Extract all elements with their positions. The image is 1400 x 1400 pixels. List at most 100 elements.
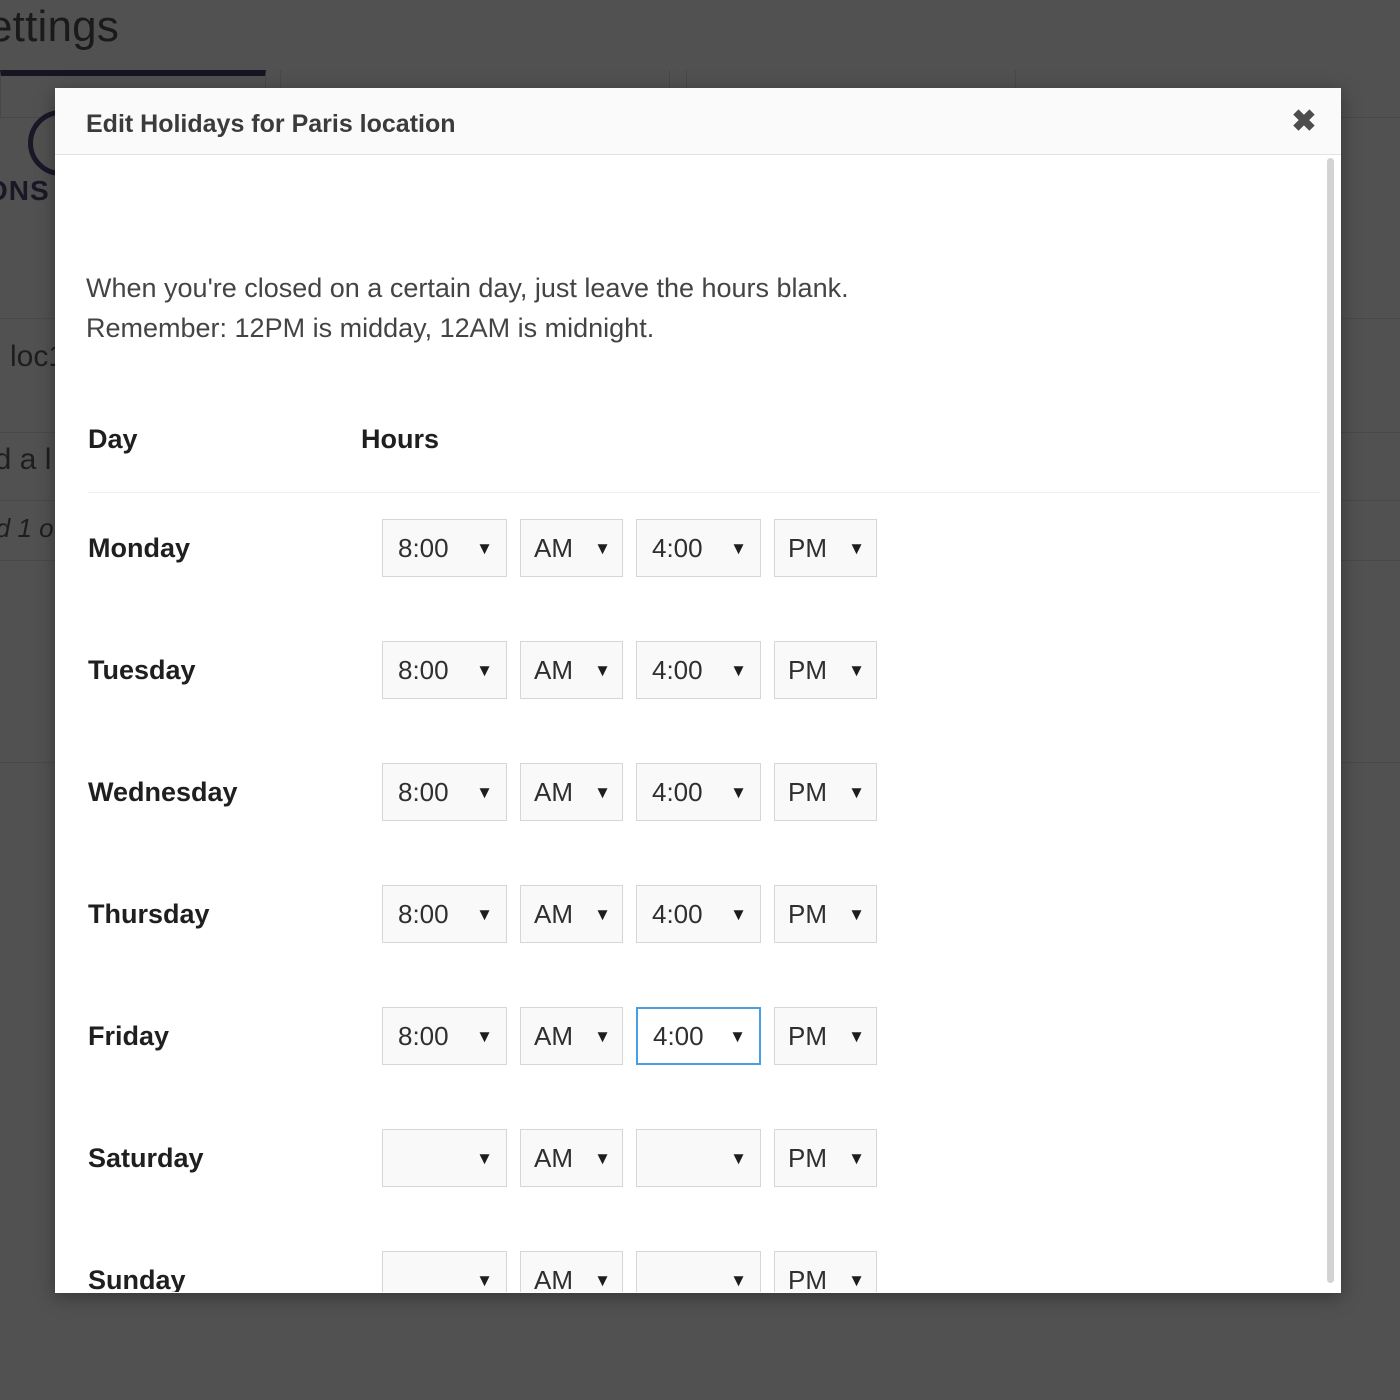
open-meridiem-select[interactable]: AM ▼ — [520, 885, 623, 943]
edit-holidays-modal: Edit Holidays for Paris location ✖ When … — [55, 88, 1341, 1293]
day-label: Tuesday — [88, 655, 196, 685]
hours-select-group: 8:00 ▼ AM ▼ 4:00 ▼ PM ▼ — [382, 1007, 877, 1065]
open-hour-select[interactable]: 8:00 ▼ — [382, 519, 507, 577]
intro-text-line-2: Remember: 12PM is midday, 12AM is midnig… — [86, 313, 655, 343]
chevron-down-icon: ▼ — [729, 1026, 746, 1046]
open-hour-select-value: 8:00 — [398, 532, 449, 563]
table-row: Sunday ▼ AM ▼ ▼ PM ▼ — [86, 1225, 1321, 1292]
close-hour-select[interactable]: ▼ — [636, 1251, 761, 1292]
close-hour-select[interactable]: 4:00 ▼ — [636, 519, 761, 577]
close-hour-select[interactable]: 4:00 ▼ — [636, 763, 761, 821]
modal-scrollbar-thumb[interactable] — [1327, 158, 1334, 1283]
close-meridiem-select-value: PM — [788, 1142, 827, 1173]
close-icon[interactable]: ✖ — [1283, 101, 1325, 143]
chevron-down-icon: ▼ — [848, 1026, 865, 1046]
close-meridiem-select[interactable]: PM ▼ — [774, 519, 877, 577]
open-hour-select[interactable]: ▼ — [382, 1129, 507, 1187]
hours-select-group: 8:00 ▼ AM ▼ 4:00 ▼ PM ▼ — [382, 519, 877, 577]
close-meridiem-select-value: PM — [788, 1020, 827, 1051]
modal-title: Edit Holidays for Paris location — [86, 110, 456, 138]
close-meridiem-select[interactable]: PM ▼ — [774, 1129, 877, 1187]
modal-scrollbar[interactable] — [1324, 156, 1337, 1293]
open-hour-select[interactable]: 8:00 ▼ — [382, 763, 507, 821]
modal-header: Edit Holidays for Paris location ✖ — [55, 88, 1341, 155]
table-header-row: Day Hours — [86, 424, 1321, 472]
close-meridiem-select[interactable]: PM ▼ — [774, 763, 877, 821]
chevron-down-icon: ▼ — [848, 660, 865, 680]
chevron-down-icon: ▼ — [730, 1148, 747, 1168]
close-meridiem-select[interactable]: PM ▼ — [774, 1007, 877, 1065]
close-hour-select-value: 4:00 — [653, 1020, 704, 1051]
table-row: Thursday 8:00 ▼ AM ▼ 4:00 ▼ PM ▼ — [86, 859, 1321, 981]
open-hour-select[interactable]: 8:00 ▼ — [382, 1007, 507, 1065]
day-label: Monday — [88, 533, 191, 563]
hours-select-group: ▼ AM ▼ ▼ PM ▼ — [382, 1251, 877, 1292]
hours-select-group: ▼ AM ▼ ▼ PM ▼ — [382, 1129, 877, 1187]
open-meridiem-select-value: AM — [534, 1142, 573, 1173]
chevron-down-icon: ▼ — [848, 538, 865, 558]
close-hour-select[interactable]: ▼ — [636, 1129, 761, 1187]
chevron-down-icon: ▼ — [594, 1026, 611, 1046]
open-hour-select[interactable]: ▼ — [382, 1251, 507, 1292]
day-rows-container: Monday 8:00 ▼ AM ▼ 4:00 ▼ PM ▼ Tuesday 8:00 ▼ AM ▼ 4:0… — [86, 493, 1321, 1292]
close-hour-select[interactable]: 4:00 ▼ — [636, 641, 761, 699]
chevron-down-icon: ▼ — [594, 1270, 611, 1290]
close-meridiem-select-value: PM — [788, 898, 827, 929]
intro-text-line-1: When you're closed on a certain day, jus… — [86, 273, 849, 303]
chevron-down-icon: ▼ — [594, 1148, 611, 1168]
chevron-down-icon: ▼ — [476, 660, 493, 680]
day-label: Saturday — [88, 1143, 204, 1173]
chevron-down-icon: ▼ — [848, 782, 865, 802]
table-row: Monday 8:00 ▼ AM ▼ 4:00 ▼ PM ▼ — [86, 493, 1321, 615]
open-meridiem-select-value: AM — [534, 1020, 573, 1051]
close-meridiem-select[interactable]: PM ▼ — [774, 1251, 877, 1292]
open-meridiem-select[interactable]: AM ▼ — [520, 1007, 623, 1065]
day-label: Thursday — [88, 899, 210, 929]
open-meridiem-select[interactable]: AM ▼ — [520, 763, 623, 821]
open-meridiem-select[interactable]: AM ▼ — [520, 519, 623, 577]
modal-body: When you're closed on a certain day, jus… — [55, 155, 1341, 1292]
chevron-down-icon: ▼ — [848, 904, 865, 924]
chevron-down-icon: ▼ — [848, 1270, 865, 1290]
open-meridiem-select[interactable]: AM ▼ — [520, 1251, 623, 1292]
close-hour-select[interactable]: 4:00 ▼ — [636, 1007, 761, 1065]
open-meridiem-select-value: AM — [534, 1264, 573, 1293]
open-meridiem-select-value: AM — [534, 654, 573, 685]
chevron-down-icon: ▼ — [476, 538, 493, 558]
open-meridiem-select[interactable]: AM ▼ — [520, 641, 623, 699]
hours-select-group: 8:00 ▼ AM ▼ 4:00 ▼ PM ▼ — [382, 763, 877, 821]
open-meridiem-select[interactable]: AM ▼ — [520, 1129, 623, 1187]
chevron-down-icon: ▼ — [594, 904, 611, 924]
table-row: Friday 8:00 ▼ AM ▼ 4:00 ▼ PM ▼ — [86, 981, 1321, 1103]
close-hour-select-value: 4:00 — [652, 776, 703, 807]
close-meridiem-select-value: PM — [788, 1264, 827, 1293]
chevron-down-icon: ▼ — [594, 538, 611, 558]
chevron-down-icon: ▼ — [848, 1148, 865, 1168]
column-header-hours: Hours — [361, 424, 440, 454]
close-meridiem-select-value: PM — [788, 654, 827, 685]
chevron-down-icon: ▼ — [476, 1026, 493, 1046]
table-row: Saturday ▼ AM ▼ ▼ PM ▼ — [86, 1103, 1321, 1225]
hours-select-group: 8:00 ▼ AM ▼ 4:00 ▼ PM ▼ — [382, 885, 877, 943]
chevron-down-icon: ▼ — [476, 1148, 493, 1168]
hours-select-group: 8:00 ▼ AM ▼ 4:00 ▼ PM ▼ — [382, 641, 877, 699]
table-row: Wednesday 8:00 ▼ AM ▼ 4:00 ▼ PM ▼ — [86, 737, 1321, 859]
open-hour-select[interactable]: 8:00 ▼ — [382, 885, 507, 943]
chevron-down-icon: ▼ — [730, 1270, 747, 1290]
day-label: Sunday — [88, 1265, 186, 1292]
open-hour-select-value: 8:00 — [398, 1020, 449, 1051]
open-hour-select-value: 8:00 — [398, 776, 449, 807]
close-meridiem-select-value: PM — [788, 776, 827, 807]
chevron-down-icon: ▼ — [730, 538, 747, 558]
open-hour-select-value: 8:00 — [398, 898, 449, 929]
open-hour-select[interactable]: 8:00 ▼ — [382, 641, 507, 699]
close-hour-select-value: 4:00 — [652, 654, 703, 685]
day-label: Friday — [88, 1021, 170, 1051]
chevron-down-icon: ▼ — [476, 782, 493, 802]
close-meridiem-select[interactable]: PM ▼ — [774, 641, 877, 699]
close-hour-select[interactable]: 4:00 ▼ — [636, 885, 761, 943]
chevron-down-icon: ▼ — [476, 904, 493, 924]
close-meridiem-select[interactable]: PM ▼ — [774, 885, 877, 943]
open-meridiem-select-value: AM — [534, 532, 573, 563]
day-label: Wednesday — [88, 777, 238, 807]
